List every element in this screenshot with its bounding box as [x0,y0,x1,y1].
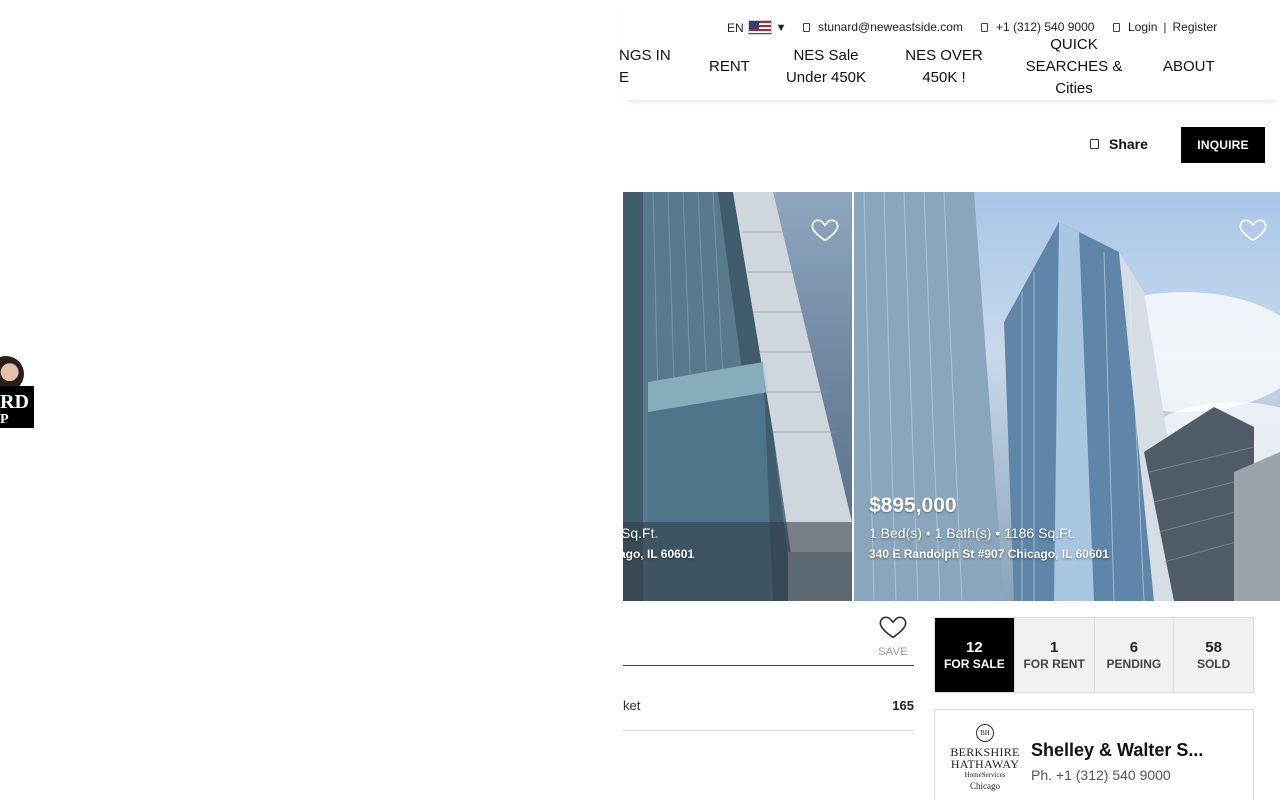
brand-line4: Chicago [970,781,1000,791]
listing-specs: Sq.Ft. [623,525,659,541]
logo-box: RD P [0,386,34,428]
register-link[interactable]: Register [1173,20,1218,34]
language-selector[interactable]: EN ▼ [727,20,787,35]
listing-card[interactable]: $895,000 1 Bed(s) • 1 Bath(s) • 1186 Sq.… [854,192,1280,601]
stat-value: 165 [892,698,914,713]
listing-status-tabs: 12 FOR SALE 1 FOR RENT 6 PENDING 58 SOLD [934,617,1254,693]
brand-line2: HATHAWAY [950,757,1020,771]
agent-name[interactable]: Shelley & Walter S... [1031,740,1221,761]
user-icon [1113,22,1120,32]
save-label: SAVE [878,646,908,658]
nav-label-line2: SEARCHES & [1025,58,1123,75]
nav-label-line1: QUICK [1050,36,1098,53]
save-button[interactable]: SAVE [876,611,910,658]
tab-for-rent[interactable]: 1 FOR RENT [1013,618,1094,692]
phone-icon [981,22,988,32]
favorite-heart-icon[interactable] [1238,214,1268,244]
us-flag-icon [747,20,772,35]
email-link[interactable]: stunard@neweastside.com [803,20,963,34]
favorite-heart-icon[interactable] [810,214,840,244]
count-number: 58 [1205,639,1222,656]
nav-label-line1: RENT [709,58,750,75]
brokerage-seal-icon: BH [976,724,994,742]
logo-text-line2: P [0,412,9,427]
count-number: 1 [1049,639,1059,656]
email-icon [803,22,810,32]
share-label: Share [1109,136,1148,152]
count-label: FOR SALE [944,657,1005,671]
stat-row: ket 165 [623,698,914,713]
nav-label-line2: Under 450K [785,69,867,86]
logo-text-line1: RD [0,391,29,413]
nav-item-listings[interactable]: NGS IN E [619,45,679,89]
count-number: 12 [966,639,983,656]
brand-line3: HomeServices [964,771,1006,779]
spec-dot: • [925,525,935,541]
agent-phone[interactable]: Ph. +1 (312) 540 9000 [1031,767,1171,783]
share-icon [1090,139,1099,149]
agent-card[interactable]: BH BERKSHIRE HATHAWAY HomeServices Chica… [934,709,1254,800]
tab-sold[interactable]: 58 SOLD [1173,618,1253,692]
nav-label-line1: NES OVER [905,47,983,64]
count-label: SOLD [1196,657,1231,671]
listing-card[interactable]: Sq.Ft. ago, IL 60601 [623,192,852,601]
tab-pending[interactable]: 6 PENDING [1093,618,1174,692]
login-link[interactable]: Login [1128,20,1157,34]
phone-text: +1 (312) 540 9000 [996,20,1095,34]
listing-price: $895,000 [869,494,957,517]
save-heart-icon [879,616,907,639]
stat-label: ket [623,698,641,713]
nav-label-line2: 450K ! [922,69,966,86]
nav-label-line1: NGS IN [619,47,671,64]
phone-link[interactable]: +1 (312) 540 9000 [981,20,1094,34]
divider [623,730,914,731]
nav-item-about[interactable]: ABOUT [1163,56,1215,78]
listing-address[interactable]: 340 E Randolph St #907 Chicago, IL 60601 [869,547,1109,561]
nav-item-quick-searches[interactable]: QUICK SEARCHES & Cities [1019,34,1129,100]
listing-beds: 1 Bed(s) [869,525,922,541]
agent-logo[interactable]: RD P [0,356,34,429]
nav-item-rent[interactable]: RENT [709,56,750,78]
inquire-button[interactable]: INQUIRE [1181,127,1265,163]
tab-for-sale[interactable]: 12 FOR SALE [935,618,1014,692]
nav-label-line2: E [619,69,630,86]
language-code: EN [727,20,744,35]
spec-dot: • [995,525,1005,541]
listing-baths: 1 Bath(s) [934,525,992,541]
nav-label-line1: ABOUT [1163,58,1215,75]
brokerage-logo: BH BERKSHIRE HATHAWAY HomeServices Chica… [949,724,1021,792]
count-label: PENDING [1106,657,1162,671]
site-header: EN ▼ stunard@neweastside.com +1 (312) 54… [619,0,1280,100]
nav-item-nes-sale-under-450k[interactable]: NES Sale Under 450K [783,45,869,89]
divider [623,665,914,666]
listing-sqft: 1186 Sq.Ft. [1004,525,1076,541]
listing-address[interactable]: ago, IL 60601 [623,547,694,561]
account-links: Login | Register [1113,20,1217,34]
separator: | [1163,20,1167,34]
listing-specs: 1 Bed(s) • 1 Bath(s) • 1186 Sq.Ft. [869,525,1075,541]
email-text: stunard@neweastside.com [818,20,963,34]
main-nav: NGS IN E RENT NES Sale Under 450K NES OV… [619,36,1280,97]
nav-item-nes-over-450k[interactable]: NES OVER 450K ! [899,45,989,89]
caret-down-icon: ▼ [775,21,787,34]
count-label: FOR RENT [1023,657,1085,671]
count-number: 6 [1129,639,1139,656]
nav-label-line1: NES Sale [793,47,859,64]
nav-label-line3: Cities [1055,80,1093,97]
share-button[interactable]: Share [1090,136,1148,152]
